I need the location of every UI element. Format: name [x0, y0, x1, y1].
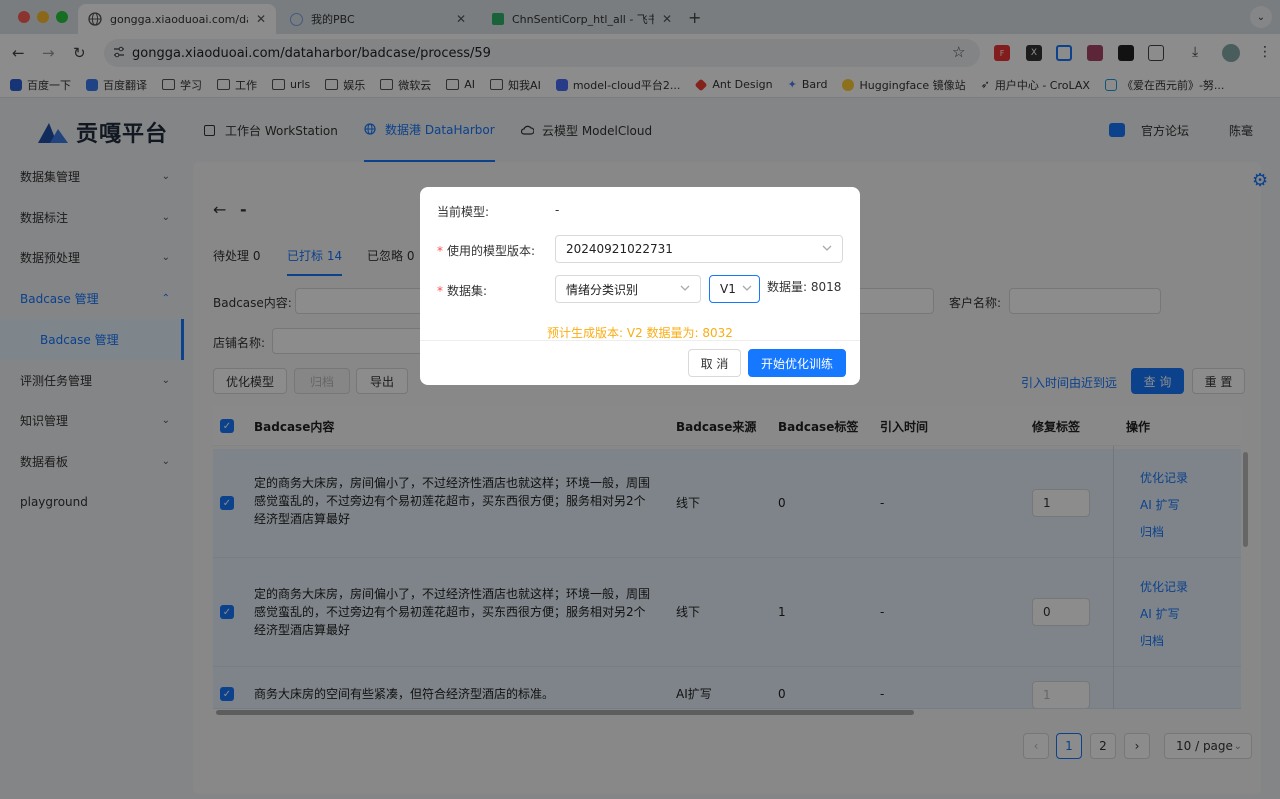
estimated-version-hint: 预计生成版本: V2 数据量为: 8032: [547, 326, 733, 340]
modal-divider: [420, 340, 860, 341]
model-version-value: 20240921022731: [566, 242, 673, 256]
dataset-label: * 数据集:: [437, 284, 488, 298]
dataset-select[interactable]: 情绪分类识别: [555, 275, 701, 303]
start-training-button[interactable]: 开始优化训练: [748, 349, 846, 377]
chevron-down-icon: [742, 285, 752, 291]
dataset-version-value: V1: [720, 282, 736, 296]
model-version-label: * 使用的模型版本:: [437, 244, 536, 258]
optimize-model-modal: 当前模型: - * 使用的模型版本: 20240921022731 * 数据集: 情…: [420, 187, 860, 385]
data-count: 数据量: 8018: [767, 280, 842, 294]
dataset-value: 情绪分类识别: [566, 282, 639, 297]
chevron-down-icon: [822, 245, 832, 251]
model-version-select[interactable]: 20240921022731: [555, 235, 843, 263]
chevron-down-icon: [680, 285, 690, 291]
dataset-version-select[interactable]: V1: [709, 275, 760, 303]
current-model-label: 当前模型:: [437, 205, 490, 219]
current-model-value: -: [555, 203, 560, 217]
cancel-button[interactable]: 取 消: [688, 349, 741, 377]
modal-mask[interactable]: [0, 0, 1280, 799]
